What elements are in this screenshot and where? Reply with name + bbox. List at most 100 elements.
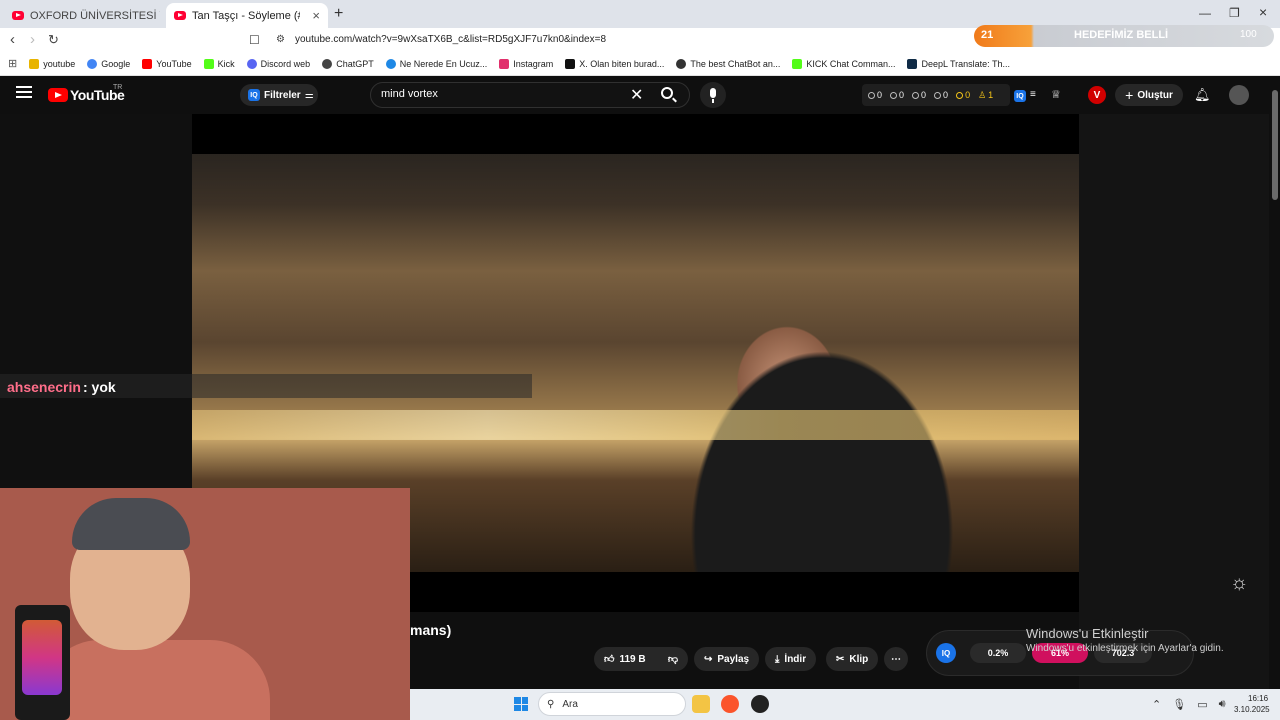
- bookmark-nenerede[interactable]: Ne Nerede En Ucuz...: [385, 58, 487, 69]
- eye-icon: [890, 91, 898, 99]
- bookmark-chatgpt[interactable]: ChatGPT: [322, 58, 374, 69]
- youtube-favicon-icon: [174, 11, 186, 20]
- create-button[interactable]: + Oluştur: [1115, 84, 1183, 106]
- avatar[interactable]: [1229, 85, 1249, 105]
- site-info-icon[interactable]: ⚙: [276, 34, 285, 45]
- tab-tan-tasci[interactable]: Tan Taşçı - Söyleme (#SözMü ×: [166, 3, 328, 28]
- bookmark-kick[interactable]: Kick: [203, 58, 235, 69]
- like-button[interactable]: 👍︎ 119 B: [604, 653, 646, 666]
- close-tab-icon[interactable]: ×: [312, 8, 320, 23]
- notifications-bell-icon[interactable]: 🔔︎: [1194, 87, 1211, 103]
- tab-oxford[interactable]: OXFORD ÜNİVERSİTESİ YURT ODASI: [4, 3, 160, 28]
- youtube-logo-icon[interactable]: [48, 88, 68, 102]
- x-icon: [565, 58, 576, 69]
- clock-time[interactable]: 16:16: [1248, 694, 1268, 703]
- folder-icon: [29, 58, 40, 69]
- clock-date[interactable]: 3.10.2025: [1234, 705, 1270, 714]
- goal-count: 21: [981, 29, 994, 41]
- stat-item: 0: [934, 90, 948, 100]
- back-icon[interactable]: ‹: [10, 31, 15, 48]
- filter-label: Filtreler: [264, 89, 301, 101]
- bookmark-kick-chat[interactable]: KICK Chat Comman...: [792, 58, 895, 69]
- region-code: TR: [113, 84, 123, 91]
- stat-item: 0: [912, 90, 926, 100]
- kick-icon: [792, 58, 803, 69]
- bookmark-chatbot[interactable]: The best ChatBot an...: [676, 58, 780, 69]
- bookmark-instagram[interactable]: Instagram: [499, 58, 553, 69]
- new-tab-button[interactable]: +: [334, 5, 343, 23]
- url-field[interactable]: youtube.com/watch?v=9wXsaTX6B_c&list=RD5…: [295, 34, 606, 45]
- create-label: Oluştur: [1137, 89, 1173, 101]
- search-input[interactable]: [381, 88, 621, 100]
- ambient-mode-icon[interactable]: ☼: [1230, 572, 1248, 595]
- microphone-tray-icon[interactable]: 🎙︎: [1172, 698, 1186, 711]
- iq-badge[interactable]: IQ: [936, 643, 956, 663]
- stat-item: 0: [956, 90, 970, 100]
- taskbar-search[interactable]: ⚲ Ara: [538, 692, 686, 716]
- bookmark-icon[interactable]: ☐: [249, 33, 260, 47]
- brave-browser-icon[interactable]: [721, 695, 739, 713]
- v-extension-icon[interactable]: V: [1088, 86, 1106, 104]
- share-button[interactable]: ↪ Paylaş: [694, 647, 760, 671]
- bookmark-youtube-folder[interactable]: youtube: [29, 58, 75, 69]
- youtube-icon: [142, 58, 153, 69]
- more-actions-button[interactable]: ⋯: [884, 647, 908, 671]
- bookmark-x[interactable]: X. Olan biten burad...: [565, 58, 664, 69]
- restore-icon[interactable]: ❐: [1229, 6, 1240, 20]
- volume-icon[interactable]: 🔊︎: [1219, 698, 1226, 711]
- tab-label: Tan Taşçı - Söyleme (#SözMü: [192, 9, 300, 22]
- playlist-icon[interactable]: ≡: [1030, 89, 1036, 100]
- video-light-strip: [192, 410, 1079, 440]
- search-icon[interactable]: [661, 87, 673, 99]
- bookmark-youtube[interactable]: YouTube: [142, 58, 192, 69]
- share-icon: ↪: [704, 653, 713, 665]
- network-icon[interactable]: ▭: [1197, 698, 1207, 711]
- obs-icon[interactable]: [751, 695, 769, 713]
- dislike-icon[interactable]: 👎︎: [668, 653, 678, 665]
- close-window-icon[interactable]: ×: [1259, 4, 1267, 20]
- extension-stats: 0 0 0 0 0 ♙ 1: [862, 84, 1010, 106]
- plus-icon: +: [1125, 87, 1134, 103]
- webcam-cap: [72, 498, 190, 550]
- right-background: [1079, 114, 1269, 689]
- bookmark-discord[interactable]: Discord web: [246, 58, 310, 69]
- deepl-icon: [907, 58, 918, 69]
- trophy-icon[interactable]: ♕: [1051, 88, 1061, 101]
- download-button[interactable]: ⤓ İndir: [765, 647, 817, 671]
- windows-start-icon[interactable]: [514, 697, 528, 711]
- github-icon: [676, 58, 687, 69]
- chat-username: ahsenecrin: [7, 379, 81, 395]
- scrollbar-thumb[interactable]: [1272, 90, 1278, 200]
- system-tray: ⌃ 🎙︎ ▭ 🔊︎: [1152, 698, 1226, 711]
- filter-button[interactable]: IQ Filtreler ⚌: [240, 84, 318, 106]
- chevron-up-icon[interactable]: ⌃: [1152, 698, 1161, 711]
- bookmark-google[interactable]: Google: [87, 58, 130, 69]
- sliders-icon: ⚌: [304, 89, 314, 101]
- stat-item: 0: [868, 90, 882, 100]
- clip-button[interactable]: ✂ Klip: [826, 647, 879, 671]
- eye-icon: [912, 91, 920, 99]
- iq-extension-icon: IQ: [248, 89, 260, 101]
- user-icon: ♙: [978, 89, 987, 100]
- minimize-icon[interactable]: —: [1199, 6, 1211, 20]
- bookmark-deepl[interactable]: DeepL Translate: Th...: [907, 58, 1010, 69]
- file-explorer-icon[interactable]: [692, 695, 710, 713]
- clock-icon: [956, 91, 964, 99]
- like-dislike-group: 👍︎ 119 B 👎︎: [594, 647, 688, 671]
- google-icon: [87, 58, 98, 69]
- forward-icon[interactable]: ›: [30, 31, 35, 48]
- chatgpt-icon: [322, 58, 333, 69]
- clear-search-icon[interactable]: ✕: [630, 85, 643, 105]
- clock-icon: [868, 91, 875, 99]
- reload-icon[interactable]: ↻: [48, 32, 59, 48]
- webcam-shirt: [40, 640, 270, 720]
- iq-extension-icon[interactable]: IQ: [1014, 90, 1026, 102]
- video-title: mans): [410, 622, 452, 638]
- thumbs-up-icon: 👍︎: [604, 654, 615, 665]
- menu-icon[interactable]: [16, 86, 32, 98]
- scissors-icon: ✂: [836, 653, 845, 665]
- stat-item: ♙ 1: [978, 89, 994, 101]
- kick-icon: [203, 58, 214, 69]
- microphone-icon[interactable]: [700, 82, 726, 108]
- apps-grid-icon[interactable]: ⊞: [8, 57, 17, 70]
